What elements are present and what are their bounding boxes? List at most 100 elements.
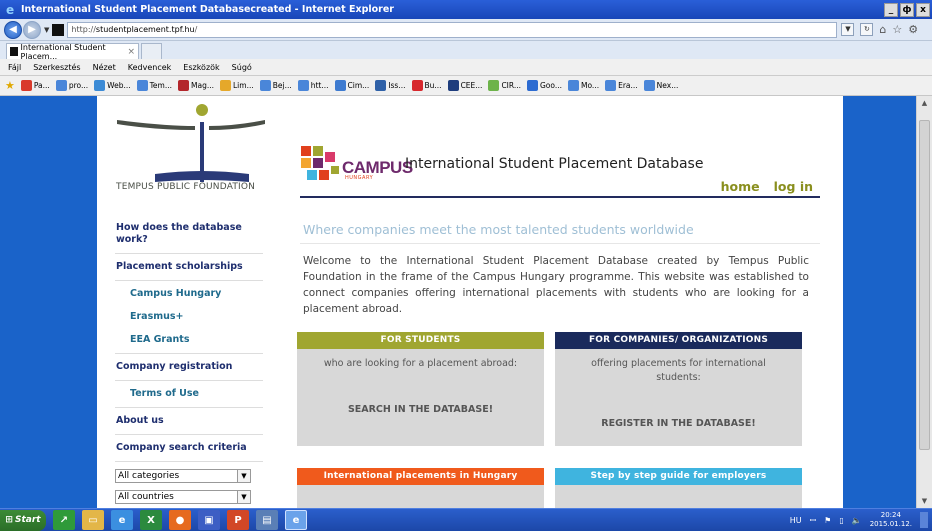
- taskbar-app-excel-icon[interactable]: X: [140, 510, 162, 530]
- favorite-item[interactable]: Cim...: [334, 80, 370, 91]
- taskbar-app-stocks-icon[interactable]: ↗: [53, 510, 75, 530]
- favorite-item[interactable]: Tem...: [136, 80, 172, 91]
- sidebar-item-about-us[interactable]: About us: [115, 415, 263, 427]
- tab-active[interactable]: International Student Placem... ×: [6, 43, 139, 61]
- minimize-button[interactable]: _: [884, 2, 898, 17]
- scroll-down-icon[interactable]: ▼: [917, 494, 932, 508]
- battery-icon[interactable]: ▯: [839, 516, 843, 525]
- favorite-item[interactable]: CIR...: [488, 80, 521, 91]
- keyboard-icon[interactable]: ꟷ: [810, 515, 817, 526]
- home-icon[interactable]: ⌂: [879, 23, 886, 36]
- favorite-label: pro...: [68, 81, 89, 90]
- sidebar-item-search-criteria[interactable]: Company search criteria: [115, 442, 263, 454]
- favorite-item[interactable]: CEE...: [447, 80, 483, 91]
- sidebar-item-terms-of-use[interactable]: Terms of Use: [115, 388, 263, 400]
- favorite-item[interactable]: Pa...: [20, 80, 50, 91]
- taskbar-app-firefox-icon[interactable]: ●: [169, 510, 191, 530]
- flag-icon[interactable]: ⚑: [824, 516, 831, 525]
- favorite-favicon-icon: [136, 80, 148, 91]
- taskbar-app-save-icon[interactable]: ▣: [198, 510, 220, 530]
- taskbar-app-network-icon[interactable]: ▤: [256, 510, 278, 530]
- favorite-item[interactable]: pro...: [55, 80, 89, 91]
- scrollbar-thumb[interactable]: [919, 120, 930, 450]
- favorite-item[interactable]: Mo...: [568, 80, 599, 91]
- students-box-title: FOR STUDENTS: [297, 332, 544, 349]
- new-tab-button[interactable]: [141, 43, 162, 59]
- favorite-item[interactable]: Web...: [94, 80, 131, 91]
- tempus-logo: [117, 104, 265, 182]
- home-link[interactable]: home: [721, 179, 760, 194]
- start-button[interactable]: ⊞ Start: [0, 509, 46, 531]
- sidebar-item-company-registration[interactable]: Company registration: [115, 361, 263, 373]
- site-title: International Student Placement Database: [405, 156, 704, 172]
- students-box[interactable]: FOR STUDENTS who are looking for a place…: [297, 332, 544, 446]
- menu-edit[interactable]: Szerkesztés: [33, 63, 80, 72]
- language-indicator[interactable]: HU: [790, 516, 802, 525]
- employer-guide-box[interactable]: Step by step guide for employers: [555, 468, 802, 508]
- favorite-item[interactable]: Bej...: [259, 80, 292, 91]
- sidebar-divider: [115, 305, 263, 306]
- vertical-scrollbar[interactable]: ▲ ▼: [916, 96, 932, 508]
- sidebar-item-placement-scholarships[interactable]: Placement scholarships: [115, 261, 263, 273]
- login-link[interactable]: log in: [774, 179, 813, 194]
- windows-flag-icon: ⊞: [5, 515, 13, 525]
- favorite-favicon-icon: [447, 80, 459, 91]
- taskbar-app-ie-icon[interactable]: e: [111, 510, 133, 530]
- favorite-item[interactable]: Goo...: [526, 80, 562, 91]
- sidebar-divider: [115, 461, 263, 462]
- taskbar: ⊞ Start ↗ ▭ e X ● ▣ P ▤ e HU ꟷ ⚑ ▯ 🔈 20:…: [0, 508, 932, 531]
- scroll-up-icon[interactable]: ▲: [917, 96, 932, 110]
- menu-favorites[interactable]: Kedvencek: [128, 63, 172, 72]
- menu-file[interactable]: Fájl: [8, 63, 21, 72]
- sidebar: How does the database work? Placement sc…: [115, 222, 263, 504]
- sidebar-item-how-it-works[interactable]: How does the database work?: [115, 222, 263, 246]
- sidebar-item-erasmus[interactable]: Erasmus+: [115, 311, 263, 323]
- volume-icon[interactable]: 🔈: [852, 516, 862, 525]
- taskbar-app-ie-active-icon[interactable]: e: [285, 510, 307, 530]
- favorite-item[interactable]: Nex...: [643, 80, 678, 91]
- taskbar-app-folder-icon[interactable]: ▭: [82, 510, 104, 530]
- favorite-item[interactable]: Iss...: [375, 80, 406, 91]
- favorite-label: Iss...: [388, 81, 406, 90]
- favorites-add-icon[interactable]: ★: [5, 79, 15, 92]
- url-input[interactable]: http://studentplacement.tpf.hu /: [67, 21, 838, 38]
- favorite-favicon-icon: [526, 80, 538, 91]
- companies-box[interactable]: FOR COMPANIES/ ORGANIZATIONS offering pl…: [555, 332, 802, 446]
- favorite-item[interactable]: Lim...: [220, 80, 254, 91]
- menu-view[interactable]: Nézet: [93, 63, 116, 72]
- favorite-item[interactable]: Bu...: [411, 80, 442, 91]
- search-database-link[interactable]: SEARCH IN THE DATABASE!: [297, 404, 544, 415]
- favorite-label: CEE...: [460, 81, 483, 90]
- menu-tools[interactable]: Eszközök: [183, 63, 219, 72]
- maximize-button[interactable]: ф: [900, 2, 914, 17]
- close-button[interactable]: x: [916, 2, 930, 17]
- country-select[interactable]: All countries ▼: [115, 490, 251, 504]
- favorite-item[interactable]: Mag...: [178, 80, 214, 91]
- favorite-favicon-icon: [375, 80, 387, 91]
- url-dropdown-icon[interactable]: ▼: [841, 23, 855, 36]
- favorite-favicon-icon: [568, 80, 579, 91]
- register-database-link[interactable]: REGISTER IN THE DATABASE!: [555, 418, 802, 429]
- address-bar: ◀ ▶ ▼ http://studentplacement.tpf.hu / ▼ …: [0, 19, 932, 41]
- back-button[interactable]: ◀: [4, 20, 22, 39]
- favorites-star-icon[interactable]: ☆: [892, 23, 902, 36]
- favorite-item[interactable]: Era...: [605, 80, 638, 91]
- favorite-label: Cim...: [347, 81, 370, 90]
- chevron-down-icon: ▼: [237, 470, 250, 482]
- sidebar-item-campus-hungary[interactable]: Campus Hungary: [115, 288, 263, 300]
- taskbar-app-powerpoint-icon[interactable]: P: [227, 510, 249, 530]
- tools-gear-icon[interactable]: ⚙: [908, 23, 918, 36]
- header-divider: [300, 196, 820, 198]
- sidebar-item-eea-grants[interactable]: EEA Grants: [115, 334, 263, 346]
- history-dropdown-icon[interactable]: ▼: [44, 26, 49, 34]
- refresh-icon[interactable]: ↻: [860, 23, 874, 36]
- forward-button[interactable]: ▶: [23, 20, 41, 39]
- favorite-item[interactable]: htt...: [297, 80, 329, 91]
- menu-help[interactable]: Súgó: [232, 63, 252, 72]
- clock[interactable]: 20:24 2015.01.12.: [870, 511, 912, 529]
- category-select[interactable]: All categories ▼: [115, 469, 251, 483]
- hungary-placements-box[interactable]: International placements in Hungary: [297, 468, 544, 508]
- students-box-subtitle: who are looking for a placement abroad:: [323, 358, 518, 369]
- show-desktop-button[interactable]: [920, 512, 928, 528]
- tab-close-icon[interactable]: ×: [127, 47, 135, 57]
